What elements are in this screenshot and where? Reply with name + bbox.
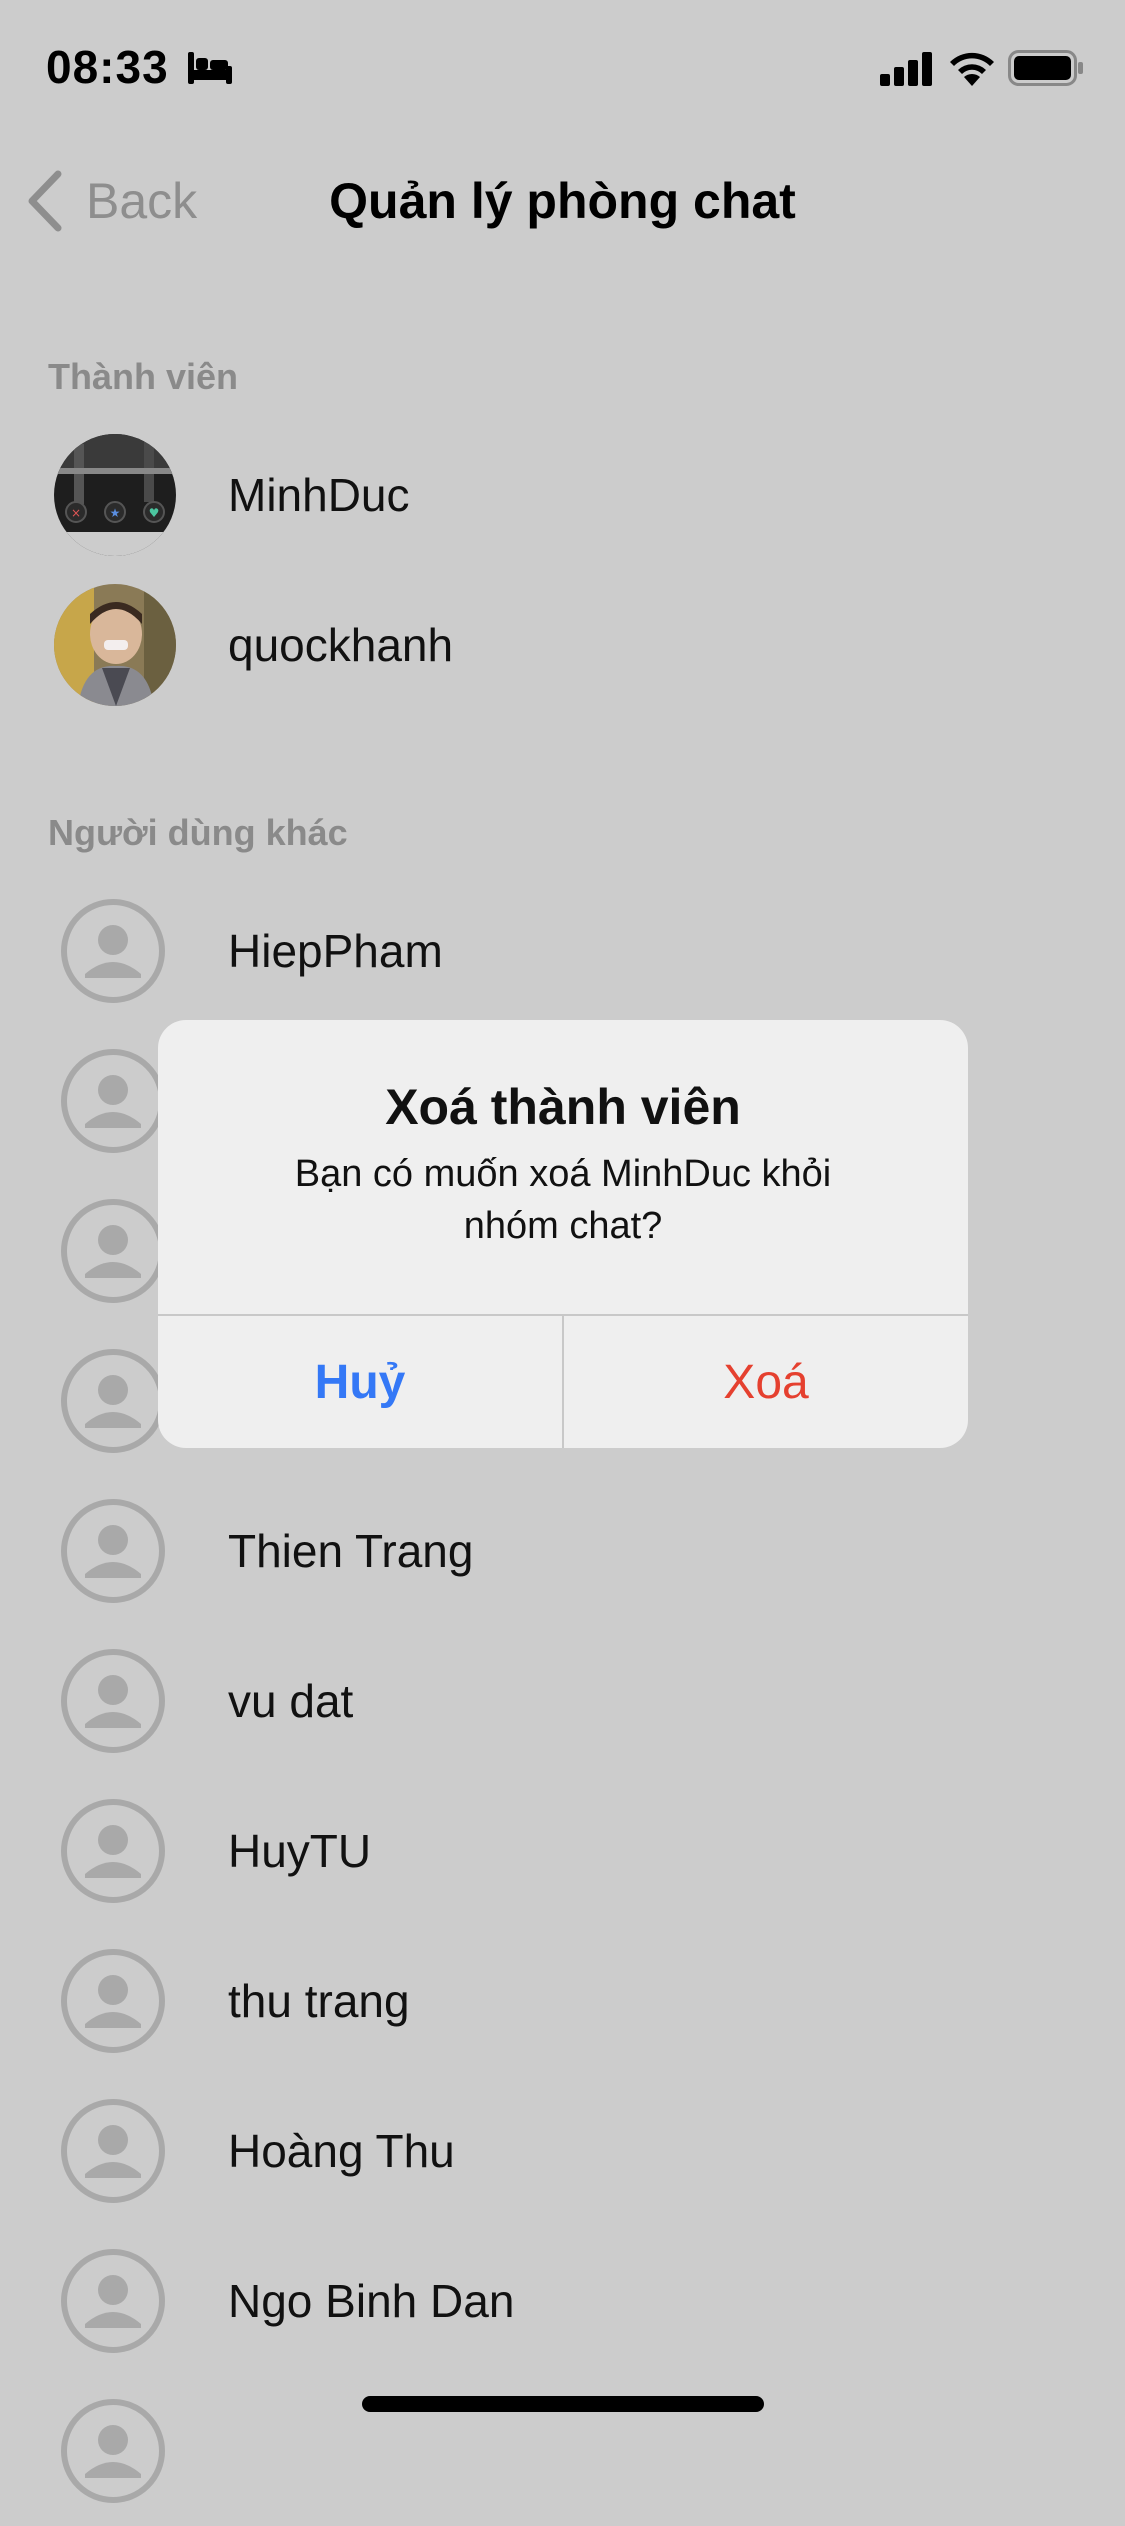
person-placeholder-icon <box>61 1349 165 1453</box>
members-section-header: Thành viên <box>48 356 239 397</box>
user-row[interactable]: Ngo Binh Dan <box>0 2226 1125 2376</box>
delete-button[interactable]: Xoá <box>564 1316 968 1448</box>
svg-text:♥: ♥ <box>149 506 160 520</box>
cellular-signal-icon <box>880 52 932 86</box>
member-photo: × ★ ♥ <box>54 434 176 556</box>
home-indicator <box>362 2396 764 2412</box>
cancel-button[interactable]: Huỷ <box>158 1316 562 1448</box>
user-row[interactable]: HiepPham <box>0 876 1125 1026</box>
user-row[interactable]: Thien Trang <box>0 1476 1125 1626</box>
member-name: MinhDuc <box>228 469 410 521</box>
svg-text:★: ★ <box>110 506 121 520</box>
person-placeholder-icon <box>61 1649 165 1753</box>
person-placeholder-icon <box>61 2099 165 2203</box>
status-bar: 08:33 <box>0 0 1125 140</box>
alert-message: Bạn có muốn xoá MinhDuc khỏi nhóm chat? <box>294 1153 832 1247</box>
user-name: vu dat <box>228 1675 354 1727</box>
battery-icon <box>1008 50 1083 86</box>
person-placeholder-icon <box>61 1949 165 2053</box>
sleep-focus-icon <box>188 52 232 84</box>
avatar <box>54 584 176 706</box>
navigation-bar: Back Quản lý phòng chat <box>0 150 1125 250</box>
user-name: Ngo Binh Dan <box>228 2275 515 2327</box>
user-name: Hoàng Thu <box>228 2125 455 2177</box>
user-row[interactable]: vu dat <box>0 1626 1125 1776</box>
alert-title: Xoá thành viên <box>385 1079 741 1135</box>
person-placeholder-icon <box>61 1049 165 1153</box>
wifi-icon <box>950 52 994 86</box>
others-section-header: Người dùng khác <box>48 812 348 853</box>
member-row[interactable]: quockhanh <box>0 570 1125 720</box>
user-row[interactable]: HuyTU <box>0 1776 1125 1926</box>
avatar: × ★ ♥ <box>54 434 176 556</box>
status-time: 08:33 <box>46 41 169 93</box>
person-placeholder-icon <box>61 2249 165 2353</box>
user-name: HuyTU <box>228 1825 372 1877</box>
person-placeholder-icon <box>61 1199 165 1303</box>
member-row[interactable]: × ★ ♥ MinhDuc <box>0 420 1125 570</box>
person-placeholder-icon <box>61 899 165 1003</box>
page-title: Quản lý phòng chat <box>329 173 796 229</box>
person-placeholder-icon <box>61 1499 165 1603</box>
user-row[interactable]: thu trang <box>0 1926 1125 2076</box>
user-name: Thien Trang <box>228 1525 474 1577</box>
svg-text:×: × <box>71 506 81 520</box>
user-name: thu trang <box>228 1975 410 2027</box>
person-placeholder-icon <box>61 1799 165 1903</box>
delete-member-alert: Xoá thành viên Bạn có muốn xoá MinhDuc k… <box>158 1020 968 1448</box>
member-name: quockhanh <box>228 619 454 671</box>
member-photo <box>54 584 176 706</box>
person-placeholder-icon <box>61 2399 165 2503</box>
user-row[interactable]: Hoàng Thu <box>0 2076 1125 2226</box>
user-name: HiepPham <box>228 925 443 977</box>
